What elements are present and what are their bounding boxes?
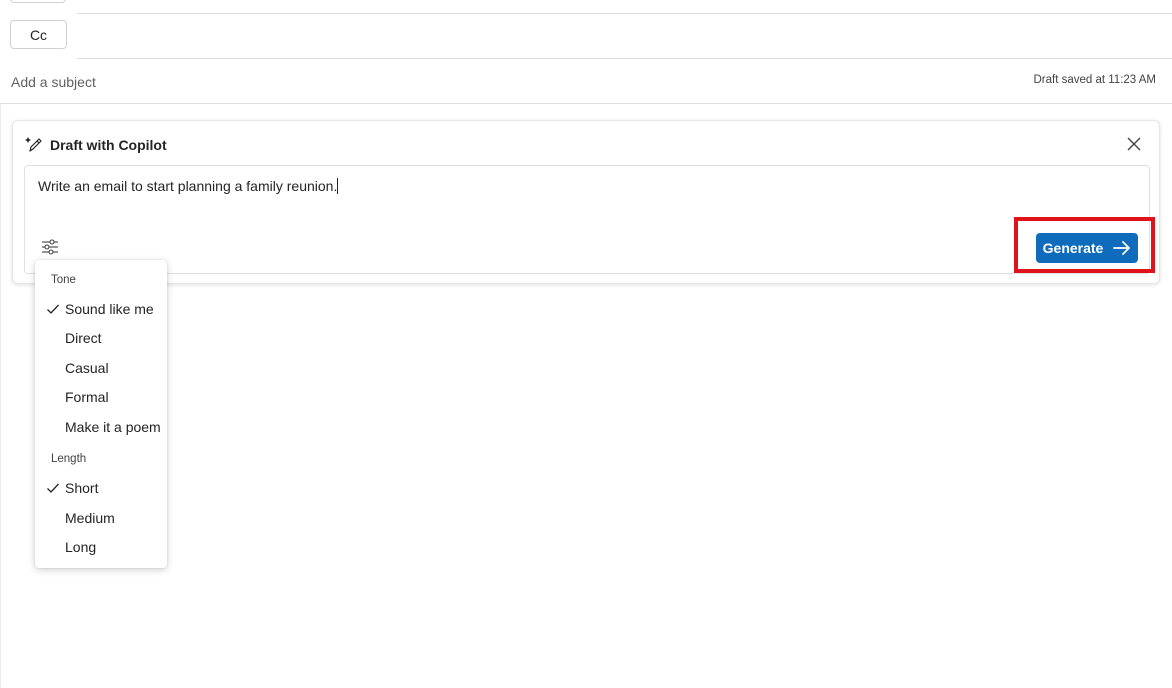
menu-item-formal[interactable]: Formal	[35, 384, 167, 412]
tone-section-header: Tone	[51, 274, 76, 286]
generate-highlight-annotation	[1014, 217, 1155, 273]
email-compose-page: Cc Draft saved at 11:23 AM Draft with Co…	[0, 0, 1172, 688]
text-caret	[337, 178, 339, 194]
menu-item-label: Long	[65, 539, 97, 555]
menu-item-label: Short	[65, 480, 99, 496]
to-button[interactable]	[10, 0, 66, 3]
menu-item-label: Direct	[65, 330, 102, 346]
checkmark-icon	[47, 304, 59, 314]
copilot-draft-panel: Draft with Copilot Write an email to sta…	[12, 120, 1160, 284]
copilot-prompt-input[interactable]: Write an email to start planning a famil…	[24, 165, 1150, 274]
cc-button[interactable]: Cc	[10, 20, 67, 49]
subject-row-divider	[0, 103, 1172, 104]
draft-status: Draft saved at 11:23 AM	[1033, 74, 1156, 86]
tone-length-menu: Tone Sound like me Direct Casual Formal …	[35, 260, 167, 568]
menu-item-sound-like-me[interactable]: Sound like me	[35, 296, 167, 324]
menu-item-label: Medium	[65, 510, 115, 526]
to-row-divider	[77, 13, 1172, 14]
menu-item-label: Formal	[65, 389, 109, 405]
menu-item-make-it-a-poem[interactable]: Make it a poem	[35, 414, 167, 442]
menu-item-short[interactable]: Short	[35, 475, 167, 503]
sliders-icon[interactable]	[41, 238, 59, 256]
checkmark-icon	[47, 483, 59, 493]
copilot-pen-sparkle-icon	[25, 137, 42, 152]
menu-item-casual[interactable]: Casual	[35, 355, 167, 383]
length-section-header: Length	[51, 453, 87, 465]
menu-item-medium[interactable]: Medium	[35, 505, 167, 533]
copilot-panel-title: Draft with Copilot	[50, 137, 167, 153]
subject-input[interactable]	[11, 70, 711, 94]
body-left-border	[0, 104, 1, 688]
cc-row-divider	[77, 58, 1172, 59]
menu-item-long[interactable]: Long	[35, 534, 167, 562]
menu-item-label: Casual	[65, 360, 109, 376]
prompt-text-container: Write an email to start planning a famil…	[38, 178, 339, 194]
close-icon[interactable]	[1127, 137, 1141, 151]
menu-item-direct[interactable]: Direct	[35, 325, 167, 353]
menu-item-label: Sound like me	[65, 301, 154, 317]
menu-item-label: Make it a poem	[65, 419, 161, 435]
prompt-text: Write an email to start planning a famil…	[38, 178, 338, 194]
